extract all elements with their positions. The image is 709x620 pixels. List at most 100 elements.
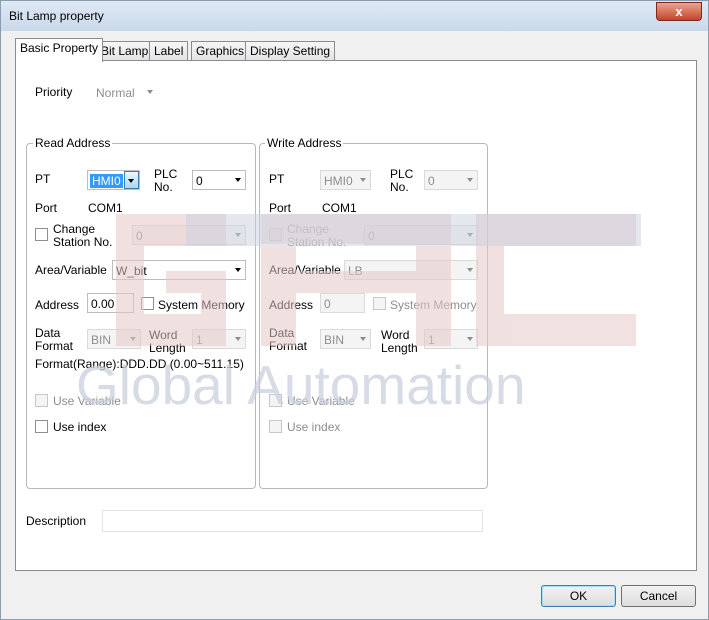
chevron-down-icon <box>235 178 241 182</box>
chevron-down-icon <box>467 337 473 341</box>
write-change-station-value: 0 <box>368 229 375 243</box>
read-data-format-select[interactable]: BIN <box>87 329 141 349</box>
read-use-index-label: Use index <box>53 420 107 434</box>
description-input[interactable] <box>102 510 483 532</box>
window-title: Bit Lamp property <box>9 9 104 23</box>
read-plc-no-value: 0 <box>196 174 203 188</box>
read-area-variable-select[interactable]: W_bit <box>112 260 246 280</box>
write-plc-no-value: 0 <box>428 174 435 188</box>
priority-label: Priority <box>35 85 73 99</box>
cancel-button[interactable]: Cancel <box>621 585 696 607</box>
write-change-station-checkbox[interactable] <box>269 228 282 241</box>
read-word-length-label-1: Word <box>149 328 178 342</box>
read-data-format-label-1: Data <box>35 326 61 340</box>
read-use-index-checkbox[interactable] <box>35 420 48 433</box>
priority-value: Normal <box>96 86 135 100</box>
read-plc-label-1: PLC <box>154 167 178 181</box>
write-system-memory-label: System Memory <box>390 298 477 312</box>
read-change-station-value: 0 <box>136 229 143 243</box>
write-plc-label-2: No. <box>390 180 409 194</box>
read-data-format-value: BIN <box>91 333 112 347</box>
read-system-memory-label: System Memory <box>158 298 245 312</box>
write-port-label: Port <box>269 201 292 215</box>
write-port-value: COM1 <box>322 201 357 215</box>
chevron-down-icon <box>360 178 366 182</box>
write-area-variable-value: LB <box>348 264 363 278</box>
tab-graphics[interactable]: Graphics <box>191 41 250 61</box>
write-use-index-checkbox[interactable] <box>269 420 282 433</box>
close-button[interactable]: x <box>656 2 702 21</box>
write-plc-label-1: PLC <box>390 167 414 181</box>
priority-select[interactable]: Normal <box>92 82 158 102</box>
chevron-down-icon <box>128 179 134 183</box>
write-system-memory-checkbox[interactable] <box>373 297 386 310</box>
chevron-down-icon <box>235 268 241 272</box>
write-use-variable-label: Use Variable <box>287 394 355 408</box>
read-pt-select[interactable]: HMI0 <box>87 170 140 190</box>
write-use-index-label: Use index <box>287 420 341 434</box>
read-port-value: COM1 <box>88 201 123 215</box>
read-format-range: Format(Range):DDD.DD (0.00~511.15) <box>35 357 244 371</box>
write-area-variable-select[interactable]: LB <box>344 260 478 280</box>
write-data-format-label-2: Format <box>269 339 308 353</box>
read-word-length-value: 1 <box>196 333 203 347</box>
read-area-variable-value: W_bit <box>116 264 147 278</box>
write-change-station-select[interactable]: 0 <box>364 225 478 245</box>
chevron-down-icon <box>235 233 241 237</box>
chevron-down-icon <box>360 337 366 341</box>
read-address-title: Read Address <box>33 136 113 150</box>
write-address-input[interactable]: 0 <box>320 293 365 313</box>
read-pt-label: PT <box>35 172 51 186</box>
read-data-format-label-2: Format <box>35 339 74 353</box>
tab-display-setting[interactable]: Display Setting <box>245 41 336 61</box>
description-label: Description <box>26 514 87 528</box>
read-address-input[interactable]: 0.00 <box>87 293 134 313</box>
write-pt-select[interactable]: HMI0 <box>320 170 371 190</box>
tab-label[interactable]: Label <box>149 41 189 61</box>
read-plc-no-select[interactable]: 0 <box>192 170 246 190</box>
chevron-down-icon <box>147 90 153 94</box>
read-system-memory-checkbox[interactable] <box>141 297 154 310</box>
write-word-length-value: 1 <box>428 333 435 347</box>
write-change-station-label-1: Change <box>287 222 330 236</box>
write-word-length-select[interactable]: 1 <box>424 329 478 349</box>
read-change-station-label-1: Change <box>53 222 96 236</box>
write-data-format-select[interactable]: BIN <box>320 329 371 349</box>
chevron-down-icon <box>467 233 473 237</box>
read-word-length-label-2: Length <box>149 341 186 355</box>
write-pt-value: HMI0 <box>324 174 353 188</box>
chevron-down-icon <box>467 268 473 272</box>
read-plc-label-2: No. <box>154 180 173 194</box>
read-change-station-checkbox[interactable] <box>35 228 48 241</box>
read-pt-dropdown-button[interactable] <box>124 171 139 189</box>
chevron-down-icon <box>467 178 473 182</box>
read-area-variable-label: Area/Variable <box>35 263 107 277</box>
write-address-value: 0 <box>324 297 331 311</box>
read-use-variable-label: Use Variable <box>53 394 121 408</box>
write-address-label: Address <box>269 298 314 312</box>
read-use-variable-checkbox[interactable] <box>35 394 48 407</box>
tab-bit-lamp[interactable]: Bit Lamp <box>96 41 154 61</box>
write-pt-label: PT <box>269 172 285 186</box>
write-data-format-label-1: Data <box>269 326 295 340</box>
chevron-down-icon <box>235 337 241 341</box>
ok-button[interactable]: OK <box>541 585 616 607</box>
write-word-length-label-1: Word <box>381 328 410 342</box>
read-change-station-select[interactable]: 0 <box>132 225 246 245</box>
write-use-variable-checkbox[interactable] <box>269 394 282 407</box>
write-word-length-label-2: Length <box>381 341 418 355</box>
tab-basic-property[interactable]: Basic Property <box>15 38 104 62</box>
read-word-length-select[interactable]: 1 <box>192 329 246 349</box>
write-change-station-label-2: Station No. <box>287 235 347 249</box>
read-address-label: Address <box>35 298 80 312</box>
title-bar[interactable]: Bit Lamp property x <box>1 1 708 31</box>
read-pt-value: HMI0 <box>90 174 123 188</box>
write-plc-no-select[interactable]: 0 <box>424 170 478 190</box>
read-address-value: 0.00 <box>91 297 115 311</box>
chevron-down-icon <box>130 337 136 341</box>
basic-property-panel: Priority Normal Read Address PT HMI0 PLC… <box>15 60 697 571</box>
read-port-label: Port <box>35 201 58 215</box>
write-address-group <box>259 143 488 489</box>
write-address-title: Write Address <box>265 136 344 150</box>
dialog-window: Bit Lamp property x Basic Property Bit L… <box>0 0 709 620</box>
